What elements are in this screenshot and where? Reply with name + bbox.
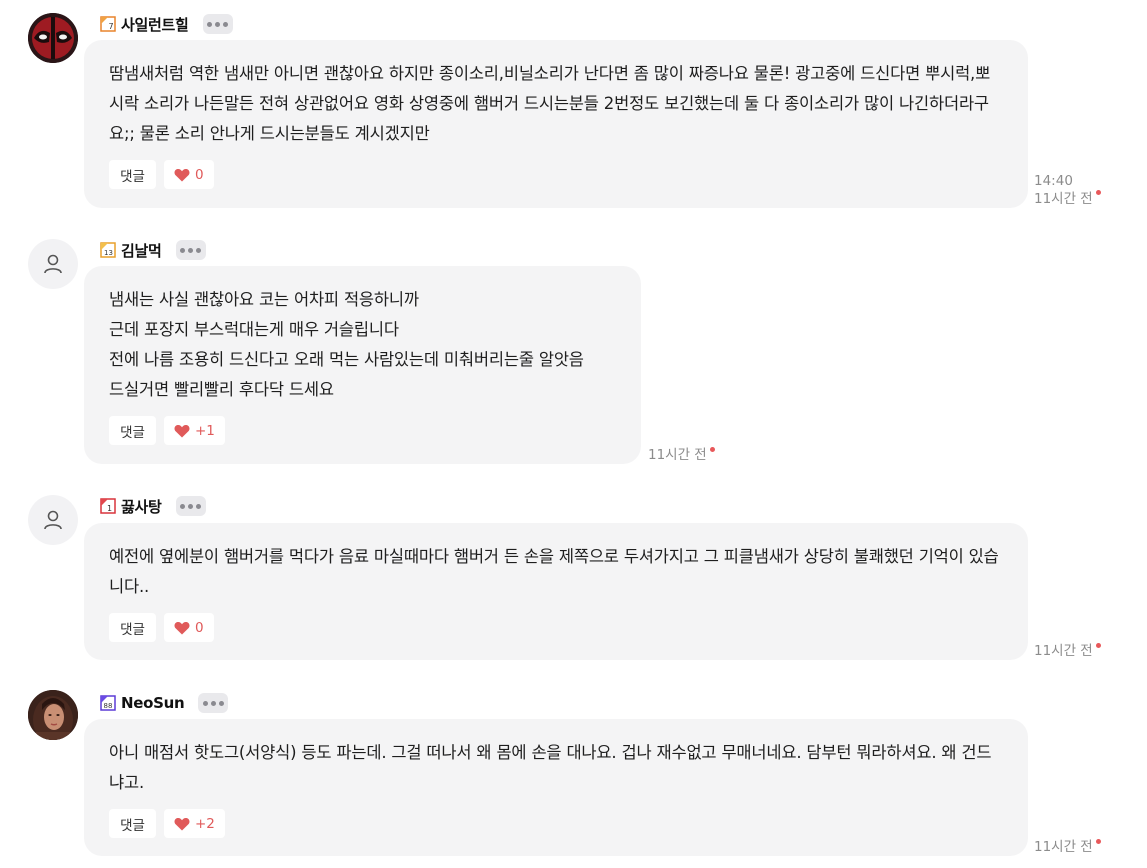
author-name[interactable]: NeoSun — [121, 694, 185, 712]
new-indicator-dot — [710, 447, 715, 452]
comment-text: 냄새는 사실 괜찮아요 코는 어차피 적응하니까 근데 포장지 부스럭대는게 매… — [109, 290, 584, 399]
more-icon — [202, 700, 208, 706]
heart-icon — [174, 168, 190, 181]
author-name[interactable]: 김날먹 — [121, 240, 162, 261]
time-ago: 11시간 전 — [1034, 191, 1093, 207]
more-options-button[interactable] — [175, 496, 206, 516]
comment-actions: 댓글 +2 — [109, 809, 225, 838]
level-badge-icon: 13 — [100, 242, 116, 258]
like-count: 0 — [195, 166, 204, 183]
woman-photo-avatar-icon — [28, 690, 78, 740]
more-icon — [180, 503, 186, 509]
avatar[interactable] — [28, 690, 78, 740]
reply-button[interactable]: 댓글 — [109, 613, 156, 642]
reply-button[interactable]: 댓글 — [109, 809, 156, 838]
level-badge-icon: 7 — [100, 16, 116, 32]
new-indicator-dot — [1096, 643, 1101, 648]
reply-button[interactable]: 댓글 — [109, 160, 156, 189]
like-count: +2 — [195, 815, 215, 832]
comment-header: 88 NeoSun — [100, 691, 229, 715]
timestamp: 11시간 전 — [1034, 642, 1093, 660]
level-badge-icon: 1 — [100, 498, 116, 514]
more-icon — [180, 247, 186, 253]
heart-icon — [174, 424, 190, 437]
time-ago: 11시간 전 — [1034, 643, 1093, 659]
like-button[interactable]: 0 — [164, 160, 214, 189]
comment-bubble: 예전에 옆에분이 햄버거를 먹다가 음료 마실때마다 햄버거 든 손을 제쪽으로… — [84, 523, 1028, 660]
svg-text:7: 7 — [109, 22, 114, 31]
comment-bubble: 아니 매점서 핫도그(서양식) 등도 파는데. 그걸 떠나서 왜 몸에 손을 대… — [84, 719, 1028, 856]
comment-actions: 댓글 0 — [109, 613, 214, 642]
svg-text:13: 13 — [104, 249, 113, 257]
more-options-button[interactable] — [175, 240, 206, 260]
comment-text: 아니 매점서 핫도그(서양식) 등도 파는데. 그걸 떠나서 왜 몸에 손을 대… — [109, 743, 992, 792]
author-name[interactable]: 끓사탕 — [121, 496, 162, 517]
comment-bubble: 냄새는 사실 괜찮아요 코는 어차피 적응하니까 근데 포장지 부스럭대는게 매… — [84, 266, 641, 464]
avatar[interactable] — [28, 239, 78, 289]
comment-text: 땀냄새처럼 역한 냄새만 아니면 괜찮아요 하지만 종이소리,비닐소리가 난다면… — [109, 64, 991, 143]
svg-text:1: 1 — [107, 504, 112, 513]
svg-text:88: 88 — [104, 702, 113, 710]
heart-icon — [174, 817, 190, 830]
more-icon — [207, 21, 213, 27]
comment-header: 7 사일런트힐 — [100, 12, 233, 36]
default-user-icon — [44, 254, 62, 274]
time-ago: 11시간 전 — [648, 447, 707, 463]
new-indicator-dot — [1096, 190, 1101, 195]
comment-bubble: 땀냄새처럼 역한 냄새만 아니면 괜찮아요 하지만 종이소리,비닐소리가 난다면… — [84, 40, 1028, 208]
like-count: 0 — [195, 619, 204, 636]
level-badge-icon: 88 — [100, 695, 116, 711]
timestamp: 11시간 전 — [648, 446, 707, 464]
comment-header: 13 김날먹 — [100, 238, 206, 262]
comment-actions: 댓글 0 — [109, 160, 214, 189]
timestamp: 11시간 전 — [1034, 838, 1093, 856]
reply-button[interactable]: 댓글 — [109, 416, 156, 445]
avatar[interactable] — [28, 13, 78, 63]
deadpool-avatar-icon — [28, 13, 78, 63]
like-button[interactable]: +2 — [164, 809, 225, 838]
new-indicator-dot — [1096, 839, 1101, 844]
like-button[interactable]: +1 — [164, 416, 225, 445]
heart-icon — [174, 621, 190, 634]
like-button[interactable]: 0 — [164, 613, 214, 642]
author-name[interactable]: 사일런트힐 — [121, 14, 189, 35]
default-user-icon — [44, 510, 62, 530]
like-count: +1 — [195, 422, 215, 439]
more-options-button[interactable] — [202, 14, 233, 34]
comment-actions: 댓글 +1 — [109, 416, 225, 445]
timestamp: 14:40 11시간 전 — [1034, 172, 1093, 208]
avatar[interactable] — [28, 495, 78, 545]
time-clock: 14:40 — [1034, 173, 1073, 189]
time-ago: 11시간 전 — [1034, 839, 1093, 855]
comment-header: 1 끓사탕 — [100, 494, 206, 518]
more-options-button[interactable] — [198, 693, 229, 713]
comment-text: 예전에 옆에분이 햄버거를 먹다가 음료 마실때마다 햄버거 든 손을 제쪽으로… — [109, 547, 999, 596]
